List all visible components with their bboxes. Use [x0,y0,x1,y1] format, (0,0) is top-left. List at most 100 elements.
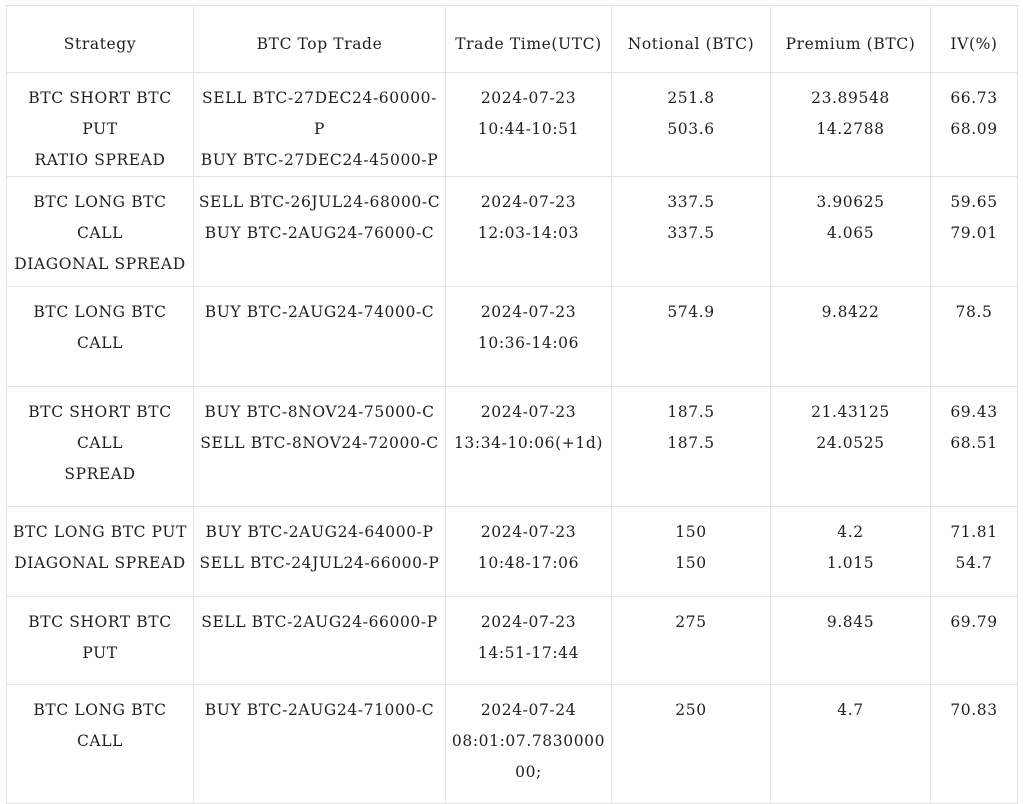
cell-trade_time: 2024-07-23 10:44-10:51 [445,72,612,177]
cell-premium: 3.90625 4.065 [770,176,931,287]
cell-notional: 275 [611,596,771,685]
cell-line: 150 [675,523,707,541]
cell-top_trade: BUY BTC-2AUG24-71000-C [193,684,446,804]
cell-line: 70.83 [950,701,998,719]
column-header-trade_time[interactable]: Trade Time(UTC) [445,5,612,73]
cell-line: 150 [675,554,707,572]
cell-notional: 250 [611,684,771,804]
cell-line: 2024-07-23 [480,89,577,107]
cell-line: 23.89548 [811,89,890,107]
cell-strategy: BTC LONG BTC PUT DIAGONAL SPREAD [6,506,194,597]
cell-line: 78.5 [955,303,993,321]
cell-iv: 66.73 68.09 [930,72,1018,177]
cell-line: 2024-07-23 [480,613,577,631]
cell-line: BTC LONG BTC CALL [33,303,167,352]
cell-top_trade: BUY BTC-2AUG24-74000-C [193,286,446,387]
cell-line: 2024-07-23 [480,193,577,211]
cell-line: 08:01:07.783000000; [451,732,606,781]
cell-iv: 59.65 79.01 [930,176,1018,287]
cell-line: 14.2788 [816,120,885,138]
cell-premium: 23.89548 14.2788 [770,72,931,177]
cell-line: 2024-07-24 [480,701,577,719]
cell-line: SELL BTC-26JUL24-68000-C [198,193,441,211]
cell-line: 54.7 [955,554,993,572]
cell-line: BUY BTC-27DEC24-45000-P [200,151,439,169]
cell-line: BUY BTC-2AUG24-74000-C [204,303,435,321]
cell-line: 251.8 [667,89,715,107]
cell-line: 10:36-14:06 [477,334,580,352]
cell-premium: 4.2 1.015 [770,506,931,597]
table-header: Strategy BTC Top Trade Trade Time(UTC) Noti… [6,5,1018,73]
cell-line: DIAGONAL SPREAD [14,554,186,572]
table-row[interactable]: BTC SHORT BTC CALL SPREAD BUY BTC-8NOV24-7… [6,386,1018,507]
table-header-row: Strategy BTC Top Trade Trade Time(UTC) Noti… [6,5,1018,73]
cell-trade_time: 2024-07-24 08:01:07.783000000; [445,684,612,804]
cell-premium: 9.8422 [770,286,931,387]
cell-line: BTC SHORT BTC PUT [28,89,172,138]
cell-premium: 4.7 [770,684,931,804]
cell-strategy: BTC LONG BTC CALL [6,286,194,387]
cell-top_trade: BUY BTC-2AUG24-64000-P SELL BTC-24JUL24-6… [193,506,446,597]
column-header-top_trade[interactable]: BTC Top Trade [193,5,446,73]
cell-notional: 574.9 [611,286,771,387]
cell-line: 3.90625 [816,193,885,211]
cell-line: 503.6 [667,120,715,138]
column-header-premium[interactable]: Premium (BTC) [770,5,931,73]
table-row[interactable]: BTC SHORT BTC PUT RATIO SPREAD SELL BTC-27… [6,72,1018,177]
column-header-iv[interactable]: IV(%) [930,5,1018,73]
cell-line: 10:48-17:06 [477,554,580,572]
cell-line: 71.81 [950,523,998,541]
cell-line: SPREAD [64,465,136,483]
cell-notional: 251.8 503.6 [611,72,771,177]
cell-line: BUY BTC-2AUG24-71000-C [204,701,435,719]
cell-top_trade: SELL BTC-26JUL24-68000-C BUY BTC-2AUG24-7… [193,176,446,287]
cell-line: 12:03-14:03 [477,224,580,242]
cell-line: 1.015 [826,554,875,572]
cell-line: 13:34-10:06(+1d) [453,434,604,452]
cell-premium: 21.43125 24.0525 [770,386,931,507]
cell-line: BTC LONG BTC CALL [33,193,167,242]
cell-line: 2024-07-23 [480,523,577,541]
column-header-notional[interactable]: Notional (BTC) [611,5,771,73]
table-row[interactable]: BTC LONG BTC PUT DIAGONAL SPREAD BUY BTC-2… [6,506,1018,597]
cell-line: 79.01 [950,224,998,242]
cell-line: BUY BTC-8NOV24-75000-C [204,403,435,421]
cell-iv: 78.5 [930,286,1018,387]
cell-line: 337.5 [667,224,715,242]
cell-line: SELL BTC-27DEC24-60000-P [202,89,437,138]
cell-line: 275 [675,613,707,631]
cell-top_trade: SELL BTC-27DEC24-60000-P BUY BTC-27DEC24-… [193,72,446,177]
table-body: BTC SHORT BTC PUT RATIO SPREAD SELL BTC-27… [6,72,1018,804]
cell-line: 59.65 [950,193,998,211]
cell-line: BTC LONG BTC CALL [33,701,167,750]
cell-line: 21.43125 [811,403,890,421]
table-row[interactable]: BTC SHORT BTC PUT SELL BTC-2AUG24-66000-P… [6,596,1018,685]
cell-strategy: BTC SHORT BTC PUT [6,596,194,685]
cell-notional: 337.5 337.5 [611,176,771,287]
cell-line: DIAGONAL SPREAD [14,255,186,273]
table-row[interactable]: BTC LONG BTC CALL BUY BTC-2AUG24-74000-C 2… [6,286,1018,387]
table-row[interactable]: BTC LONG BTC CALL DIAGONAL SPREAD SELL BTC… [6,176,1018,287]
cell-line: 4.2 [837,523,864,541]
table-row[interactable]: BTC LONG BTC CALL BUY BTC-2AUG24-71000-C 2… [6,684,1018,804]
btc-top-trade-table: Strategy BTC Top Trade Trade Time(UTC) Noti… [6,5,1018,804]
cell-line: BUY BTC-2AUG24-64000-P [205,523,434,541]
cell-line: BTC SHORT BTC PUT [28,613,172,662]
cell-line: 4.065 [826,224,875,242]
cell-line: 337.5 [667,193,715,211]
cell-premium: 9.845 [770,596,931,685]
cell-line: SELL BTC-24JUL24-66000-P [199,554,440,572]
cell-strategy: BTC LONG BTC CALL [6,684,194,804]
cell-iv: 71.81 54.7 [930,506,1018,597]
cell-line: BTC SHORT BTC CALL [28,403,172,452]
cell-line: 2024-07-23 [480,303,577,321]
cell-line: 574.9 [667,303,715,321]
column-header-strategy[interactable]: Strategy [6,5,194,73]
cell-top_trade: SELL BTC-2AUG24-66000-P [193,596,446,685]
cell-line: 250 [675,701,707,719]
cell-iv: 69.79 [930,596,1018,685]
cell-line: 9.845 [826,613,875,631]
cell-iv: 70.83 [930,684,1018,804]
cell-line: 69.79 [950,613,998,631]
cell-line: 69.43 [950,403,998,421]
